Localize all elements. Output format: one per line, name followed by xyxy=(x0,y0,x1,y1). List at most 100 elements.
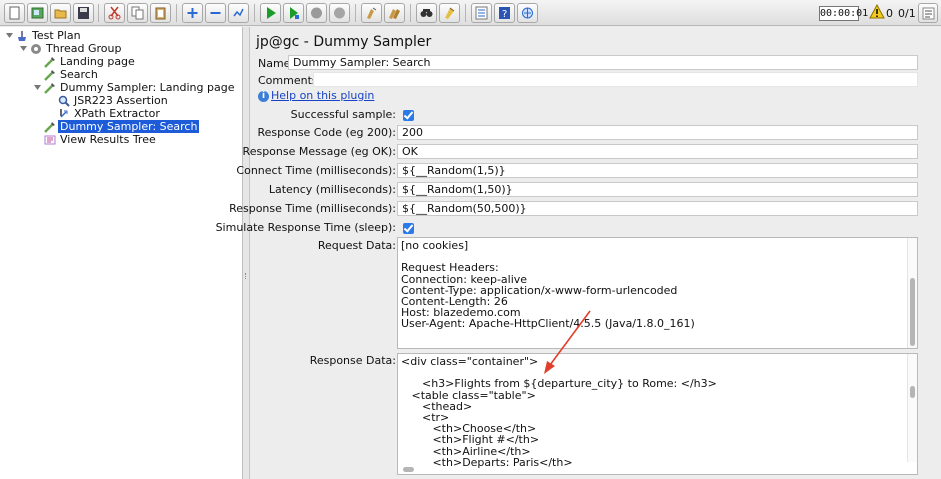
copy-button[interactable] xyxy=(127,3,148,23)
request-data-textarea[interactable]: [no cookies] Request Headers: Connection: … xyxy=(397,237,918,349)
log-viewer-button[interactable] xyxy=(918,3,938,23)
response-data-scrollbar[interactable] xyxy=(907,354,917,462)
successful-sample-label: Successful sample: xyxy=(290,108,396,121)
start-icon xyxy=(267,7,276,19)
request-data-label: Request Data: xyxy=(317,239,396,252)
split-pane-divider[interactable] xyxy=(243,27,250,479)
name-field[interactable]: Dummy Sampler: Search xyxy=(288,55,918,70)
templates-icon xyxy=(31,7,44,19)
request-data-line: Request Headers: xyxy=(401,261,499,275)
results-tree-icon xyxy=(44,135,56,145)
remote-icon xyxy=(522,7,533,19)
new-button[interactable] xyxy=(4,3,25,23)
start-button[interactable] xyxy=(260,3,281,23)
request-data-scrollbar[interactable] xyxy=(907,238,917,348)
new-icon xyxy=(9,6,20,20)
sampler-pipette-icon xyxy=(44,57,55,68)
expand-icon xyxy=(187,8,198,18)
connect-time-label: Connect Time (milliseconds): xyxy=(236,164,396,177)
help-link[interactable]: Help on this plugin xyxy=(271,89,374,102)
comments-field[interactable] xyxy=(313,72,918,87)
response-data-line: <h3>Flights from ${departure_city} to Ro… xyxy=(401,377,717,391)
connect-time-field[interactable]: ${__Random(1,5)} xyxy=(397,163,918,178)
response-message-field[interactable]: OK xyxy=(397,144,918,159)
sampler-pipette-icon xyxy=(44,70,55,81)
svg-text:?: ? xyxy=(502,9,507,20)
search-button[interactable] xyxy=(416,3,437,23)
tree-item-search[interactable]: Search xyxy=(0,68,200,81)
paste-icon xyxy=(155,7,166,20)
info-icon: i xyxy=(258,91,269,102)
search-icon xyxy=(420,9,433,17)
test-plan-icon xyxy=(18,31,26,41)
cut-button[interactable] xyxy=(104,3,125,23)
toggle-button[interactable] xyxy=(228,3,249,23)
chevron-down-icon[interactable] xyxy=(19,44,28,53)
sampler-config-panel: jp@gc - Dummy Sampler Name: Dummy Sample… xyxy=(216,27,941,479)
remote-button[interactable] xyxy=(517,3,538,23)
comments-label: Comments: xyxy=(258,74,322,87)
templates-button[interactable] xyxy=(27,3,48,23)
sampler-pipette-icon xyxy=(44,122,55,133)
paste-button[interactable] xyxy=(150,3,171,23)
reset-search-icon xyxy=(445,7,455,19)
clear-all-icon xyxy=(389,9,400,19)
copy-icon xyxy=(131,6,144,20)
response-data-textarea[interactable]: <div class="container"> <h3>Flights from… xyxy=(397,353,918,475)
clear-icon xyxy=(367,7,377,19)
start-no-pause-button[interactable] xyxy=(283,3,304,23)
successful-sample-checkbox[interactable] xyxy=(403,110,414,121)
response-data-line: <th>Departs: Paris</th> xyxy=(401,455,573,469)
simulate-response-time-checkbox[interactable] xyxy=(403,223,414,234)
save-icon xyxy=(78,7,89,19)
warning-icon[interactable] xyxy=(869,4,885,20)
latency-field[interactable]: ${__Random(1,50)} xyxy=(397,182,918,197)
function-helper-button[interactable] xyxy=(471,3,492,23)
clear-button[interactable] xyxy=(361,3,382,23)
response-scroll-thumb[interactable] xyxy=(910,386,915,398)
panel-title: jp@gc - Dummy Sampler xyxy=(256,34,432,50)
help-button[interactable]: ? xyxy=(494,3,515,23)
gear-icon xyxy=(31,44,41,54)
request-data-line: [no cookies] xyxy=(401,239,469,252)
chevron-down-icon[interactable] xyxy=(5,31,14,40)
collapse-button[interactable] xyxy=(205,3,226,23)
expand-button[interactable] xyxy=(182,3,203,23)
help-icon: ? xyxy=(499,7,510,20)
toggle-icon xyxy=(233,8,244,17)
response-code-field[interactable]: 200 xyxy=(397,125,918,140)
reset-search-button[interactable] xyxy=(439,3,460,23)
elapsed-timer: 00:00:01 xyxy=(819,6,869,21)
tree-item-test-plan[interactable]: Test Plan xyxy=(0,29,200,42)
shutdown-button[interactable] xyxy=(329,3,350,23)
tree-item-dummy-sampler-landing[interactable]: Dummy Sampler: Landing page xyxy=(0,81,234,94)
request-scroll-thumb[interactable] xyxy=(910,278,915,346)
response-message-label: Response Message (eg OK): xyxy=(242,145,396,158)
tree-item-view-results-tree[interactable]: View Results Tree xyxy=(0,133,200,146)
tree-item-thread-group[interactable]: Thread Group xyxy=(0,42,200,55)
sampler-pipette-icon xyxy=(44,83,55,94)
tree-item-dummy-sampler-search[interactable]: Dummy Sampler: Search xyxy=(0,120,200,133)
warning-count: 0 xyxy=(886,7,893,20)
open-button[interactable] xyxy=(50,3,71,23)
cut-icon xyxy=(108,6,121,20)
open-icon xyxy=(54,9,67,19)
request-data-line: User-Agent: Apache-HttpClient/4.5.5 (Jav… xyxy=(401,317,695,331)
tree-item-jsr223-assertion[interactable]: JSR223 Assertion xyxy=(0,94,200,107)
response-time-field[interactable]: ${__Random(50,500)} xyxy=(397,201,918,216)
log-viewer-icon xyxy=(922,7,935,20)
test-plan-tree: Test Plan Thread Group Landing page Sear… xyxy=(0,27,243,479)
latency-label: Latency (milliseconds): xyxy=(268,183,396,196)
clear-all-button[interactable] xyxy=(384,3,405,23)
stop-button[interactable] xyxy=(306,3,327,23)
toolbar: ? 00:00:01 0 0/1 xyxy=(0,0,941,26)
extractor-arrow-icon xyxy=(60,109,68,118)
response-code-label: Response Code (eg 200): xyxy=(257,126,396,139)
tree-item-xpath-extractor[interactable]: XPath Extractor xyxy=(0,107,200,120)
response-data-line: <div class="container"> xyxy=(401,355,539,368)
tree-item-landing-page[interactable]: Landing page xyxy=(0,55,200,68)
response-time-label: Response Time (milliseconds): xyxy=(229,202,396,215)
save-button[interactable] xyxy=(73,3,94,23)
chevron-down-icon[interactable] xyxy=(33,83,42,92)
simulate-response-time-label: Simulate Response Time (sleep): xyxy=(215,221,396,234)
